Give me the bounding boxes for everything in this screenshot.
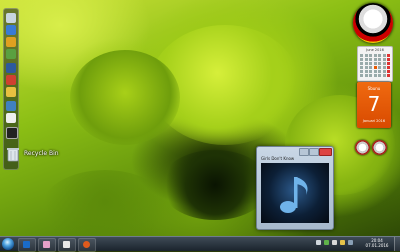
taskbar-clock[interactable]: 20:04 07.01.2016 [362,238,392,248]
show-desktop-button[interactable] [394,237,400,251]
user-gadget[interactable] [355,140,370,155]
recycle-bin-icon[interactable] [6,146,20,162]
date-gadget[interactable]: Sbunu 7 Januari 2016 [357,82,391,128]
app-icon[interactable] [6,13,16,23]
app-icon[interactable] [6,25,16,35]
app-icon[interactable] [6,101,16,111]
start-button[interactable] [2,238,14,250]
recycle-bin-label[interactable]: Recycle Bin [24,150,59,157]
user-gadget[interactable] [372,140,387,155]
clock-gadget[interactable] [353,3,393,43]
wallpaper-leaf [70,50,180,145]
calendar-grid [360,54,390,78]
wallpaper-leaf [160,150,270,220]
album-art [261,163,329,223]
app-icon[interactable] [6,127,18,139]
taskbar: 20:04 07.01.2016 [0,236,400,252]
tray-icon[interactable] [348,240,353,245]
date-month: Januari 2016 [362,119,386,123]
tray-icon[interactable] [332,240,337,245]
desktop-wallpaper: Recycle Bin June 2016 Sbunu 7 Januari 20… [0,0,400,236]
calendar-gadget[interactable]: June 2016 [357,46,393,82]
minimize-button[interactable] [299,148,309,156]
tray-icon[interactable] [340,240,345,245]
app-icon[interactable] [6,63,16,73]
app-icon[interactable] [6,87,16,97]
app-icon [63,241,70,248]
calendar-title: June 2016 [366,48,384,52]
app-icon [23,241,30,248]
app-icon [83,241,90,248]
maximize-button[interactable] [309,148,319,156]
date-weekday: Sbunu [367,86,381,91]
clock-date: 07.01.2016 [365,243,389,248]
close-button[interactable] [319,148,332,156]
app-icon[interactable] [6,49,16,59]
app-icon[interactable] [6,75,16,85]
media-player-window[interactable]: Girls Don't Know [256,146,334,230]
date-day: 7 [367,92,381,116]
wallpaper-leaf [40,170,170,236]
app-icon[interactable] [6,37,16,47]
app-icon [43,241,50,248]
music-note-icon [280,177,308,213]
media-title: Girls Don't Know [261,156,295,161]
tray-icon[interactable] [316,240,321,245]
tray-icon[interactable] [324,240,329,245]
app-icon[interactable] [6,113,16,123]
